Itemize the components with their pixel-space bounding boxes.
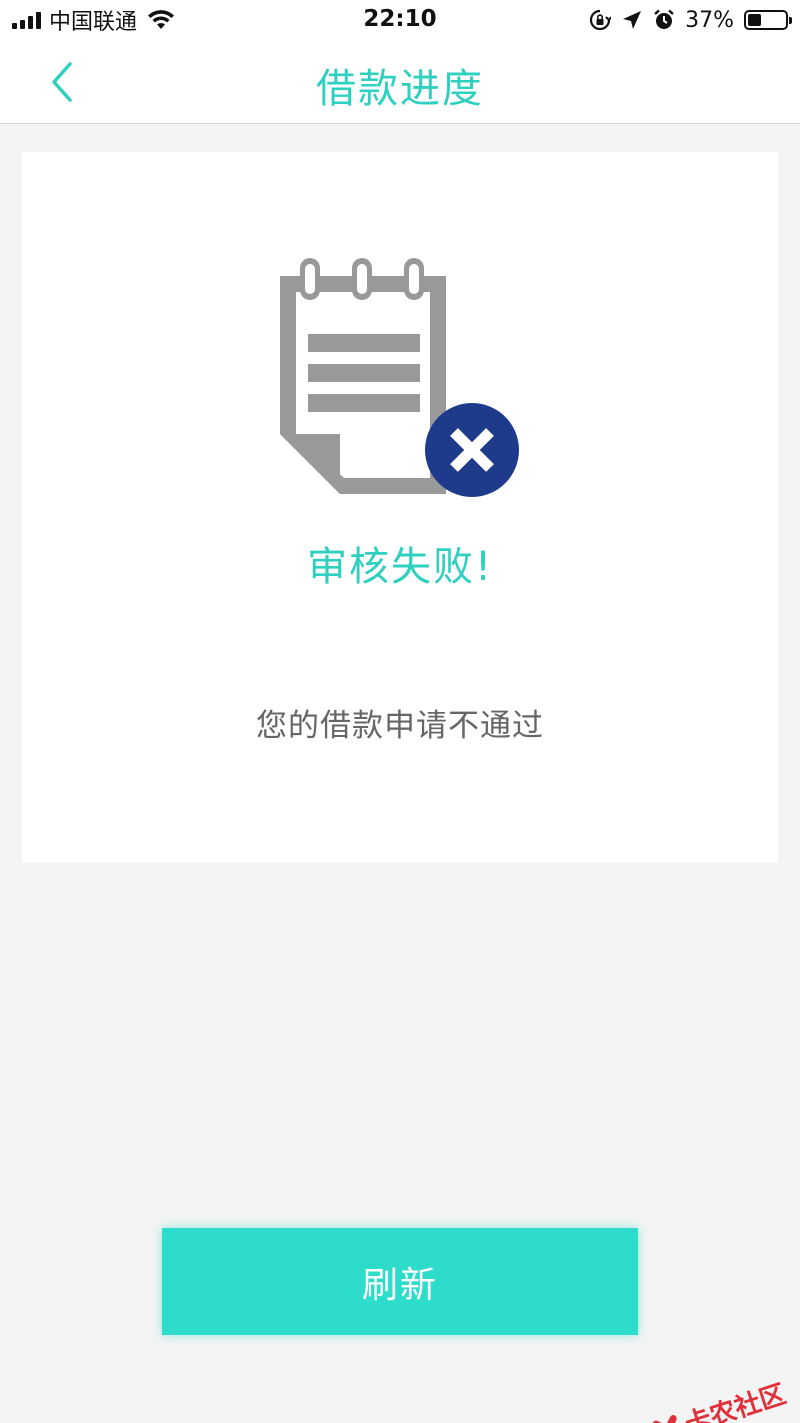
watermark: 卡农社区 <box>647 1374 790 1423</box>
notepad-rejected-icon <box>280 258 519 497</box>
page-title: 借款进度 <box>316 66 484 112</box>
result-card: 审核失败! 您的借款申请不通过 <box>22 152 778 862</box>
review-status-message: 您的借款申请不通过 <box>256 708 544 744</box>
watermark-logo-icon <box>652 1414 683 1423</box>
alarm-clock-icon <box>654 9 674 29</box>
refresh-button[interactable]: 刷新 <box>162 1228 638 1335</box>
review-status-title: 审核失败! <box>306 544 494 590</box>
status-bar-right: 37% <box>589 6 792 34</box>
status-bar: 中国联通 22:10 37% <box>0 0 800 40</box>
battery-level-fill <box>748 14 761 26</box>
location-arrow-icon <box>623 11 642 29</box>
orientation-lock-icon <box>590 9 612 31</box>
watermark-text: 卡农社区 <box>681 1379 790 1423</box>
navigation-bar: 借款进度 <box>0 40 800 124</box>
battery-percentage: 37% <box>685 7 734 33</box>
battery-icon <box>744 10 792 30</box>
